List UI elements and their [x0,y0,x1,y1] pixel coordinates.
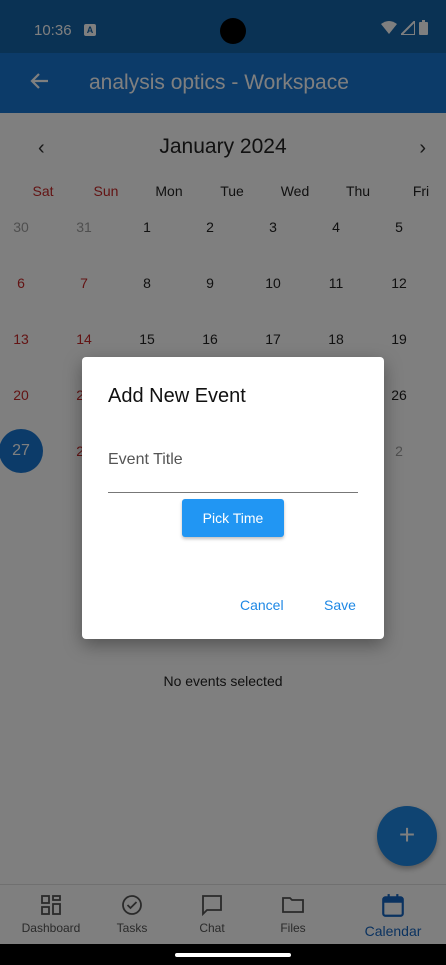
event-title-field[interactable]: Event Title [108,449,358,493]
gesture-bar [0,944,446,965]
dialog-title: Add New Event [108,385,246,407]
save-button[interactable]: Save [324,597,356,613]
add-event-dialog: Add New Event Event Title Pick Time Canc… [82,357,384,639]
cancel-button[interactable]: Cancel [240,597,284,613]
home-indicator[interactable] [175,953,291,957]
pick-time-button[interactable]: Pick Time [182,499,284,537]
